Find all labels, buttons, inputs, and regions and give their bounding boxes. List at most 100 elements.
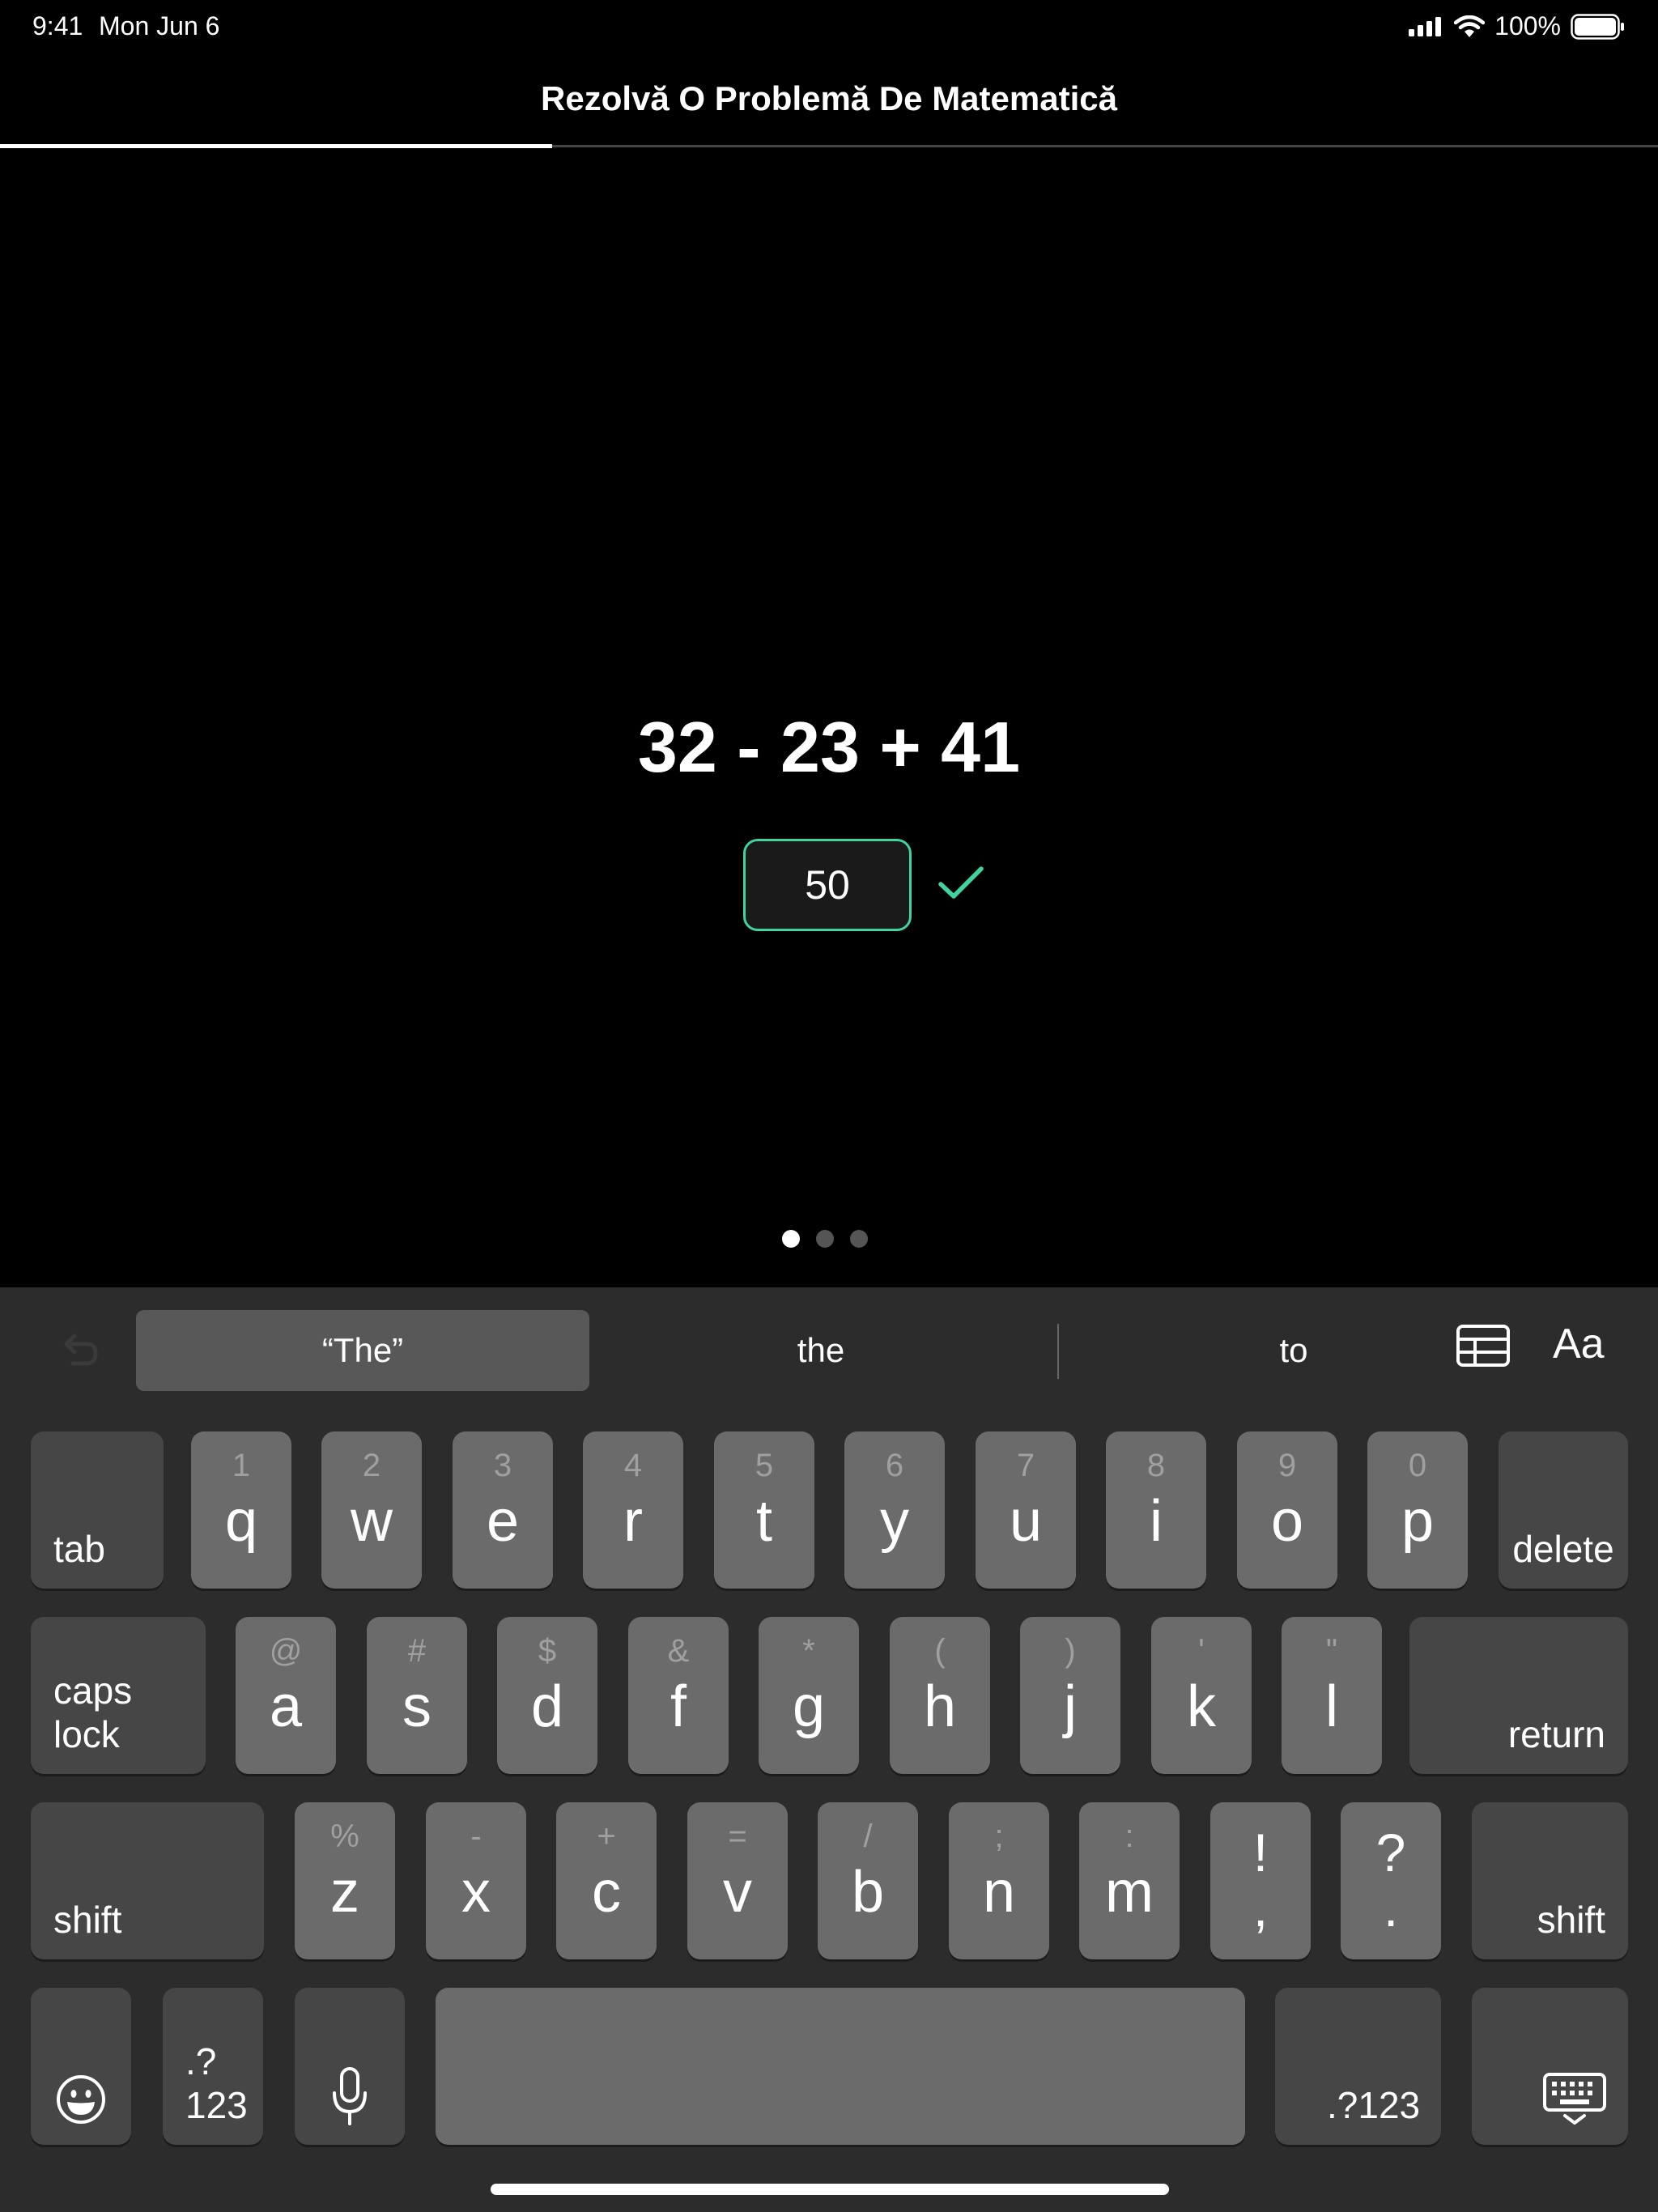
key-label: u [1009, 1489, 1043, 1554]
numbers-right-key[interactable]: .?123 [1275, 1988, 1441, 2145]
key-alt-label: 5 [755, 1448, 774, 1483]
key-label: i [1150, 1489, 1163, 1554]
suggestion-3[interactable]: to [1069, 1310, 1519, 1391]
key-alt-label: / [863, 1819, 873, 1854]
key-t[interactable]: 5 t [714, 1431, 814, 1589]
page-dot-2[interactable] [816, 1230, 834, 1248]
undo-icon[interactable] [57, 1329, 99, 1376]
key-label: j [1064, 1674, 1077, 1739]
key-e[interactable]: 3 e [453, 1431, 553, 1589]
key-c[interactable]: + c [556, 1802, 657, 1959]
key-alt-label: # [407, 1633, 427, 1669]
status-date: Mon Jun 6 [99, 11, 220, 40]
key-alt-label: $ [538, 1633, 557, 1669]
key-label: g [792, 1674, 826, 1739]
dismiss-keyboard-key[interactable] [1472, 1988, 1628, 2145]
key-label: h [923, 1674, 957, 1739]
shift-right-key[interactable]: shift [1472, 1802, 1628, 1959]
tab-key[interactable]: tab [31, 1431, 164, 1589]
key-period[interactable]: ? . [1341, 1802, 1441, 1959]
key-j[interactable]: ) j [1020, 1617, 1120, 1774]
key-a[interactable]: @ a [236, 1617, 336, 1774]
key-alt-label: 0 [1408, 1448, 1427, 1483]
suggestion-divider [1057, 1324, 1059, 1379]
shift-left-key[interactable]: shift [31, 1802, 264, 1959]
delete-key[interactable]: delete [1499, 1431, 1628, 1589]
key-label: o [1270, 1489, 1304, 1554]
key-i[interactable]: 8 i [1106, 1431, 1206, 1589]
checkmark-icon [937, 865, 984, 906]
numbers-right-key-label: .?123 [1327, 2084, 1421, 2126]
key-p[interactable]: 0 p [1367, 1431, 1468, 1589]
page-title: Rezolvă O Problemă De Matematică [541, 79, 1117, 117]
keyboard: “The” the to Aa tab 1 q 2 w 3 e 4 r 5 t … [0, 1287, 1658, 2212]
key-o[interactable]: 9 o [1237, 1431, 1337, 1589]
key-alt-label: 2 [362, 1448, 381, 1483]
key-label: b [851, 1860, 885, 1925]
key-label: m [1105, 1860, 1154, 1925]
key-q[interactable]: 1 q [191, 1431, 291, 1589]
caps-lock-key[interactable]: caps lock [31, 1617, 206, 1774]
key-d[interactable]: $ d [497, 1617, 597, 1774]
suggestion-1[interactable]: “The” [136, 1310, 589, 1391]
key-z[interactable]: % z [295, 1802, 395, 1959]
text-format-icon[interactable]: Aa [1553, 1320, 1605, 1368]
key-u[interactable]: 7 u [976, 1431, 1076, 1589]
key-l[interactable]: " l [1282, 1617, 1382, 1774]
key-alt-label: 6 [885, 1448, 904, 1483]
space-bar[interactable] [436, 1988, 1245, 2145]
key-w[interactable]: 2 w [321, 1431, 422, 1589]
numbers-left-key-label: .?123 [185, 2040, 248, 2126]
answer-input[interactable]: 50 [743, 839, 912, 931]
suggestion-bar: “The” the to Aa [0, 1287, 1658, 1409]
key-v[interactable]: = v [687, 1802, 788, 1959]
suggestion-2[interactable]: the [596, 1310, 1046, 1391]
key-alt-label: ) [1065, 1633, 1076, 1669]
key-h[interactable]: ( h [890, 1617, 990, 1774]
key-label: c [592, 1860, 621, 1925]
key-g[interactable]: * g [759, 1617, 859, 1774]
delete-key-label: delete [1512, 1528, 1614, 1570]
key-label: t [755, 1489, 772, 1554]
status-time: 9:41 [32, 11, 83, 40]
key-label: k [1187, 1674, 1216, 1739]
return-key[interactable]: return [1409, 1617, 1628, 1774]
cellular-signal-icon [1409, 16, 1444, 36]
numbers-left-key[interactable]: .?123 [163, 1988, 263, 2145]
key-alt-label: ; [994, 1819, 1004, 1854]
key-s[interactable]: # s [367, 1617, 467, 1774]
wifi-icon [1454, 15, 1486, 38]
key-label: d [530, 1674, 564, 1739]
key-label: l [1325, 1674, 1338, 1739]
key-alt-label: - [470, 1819, 482, 1854]
emoji-key[interactable] [31, 1988, 131, 2145]
key-f[interactable]: & f [628, 1617, 729, 1774]
key-alt-label: & [667, 1633, 690, 1669]
key-alt-label: 3 [493, 1448, 512, 1483]
key-k[interactable]: ' k [1151, 1617, 1252, 1774]
key-x[interactable]: - x [426, 1802, 526, 1959]
key-comma[interactable]: ! , [1210, 1802, 1311, 1959]
key-y[interactable]: 6 y [844, 1431, 945, 1589]
key-alt-label: = [728, 1819, 747, 1854]
key-label: . [1383, 1878, 1399, 1938]
dictation-key[interactable] [295, 1988, 405, 2145]
key-alt-label: 9 [1278, 1448, 1297, 1483]
key-m[interactable]: : m [1079, 1802, 1180, 1959]
page-dot-1[interactable] [782, 1230, 800, 1248]
key-r[interactable]: 4 r [583, 1431, 683, 1589]
home-indicator[interactable] [491, 2184, 1169, 2195]
page-dot-3[interactable] [850, 1230, 868, 1248]
table-icon[interactable] [1456, 1324, 1511, 1373]
battery-icon [1571, 13, 1626, 40]
keyboard-dismiss-icon [1472, 2072, 1628, 2125]
key-n[interactable]: ; n [949, 1802, 1049, 1959]
key-label: p [1401, 1489, 1435, 1554]
key-alt-label: : [1124, 1819, 1134, 1854]
progress-bar-fill [0, 144, 552, 148]
battery-percentage: 100% [1494, 11, 1561, 40]
key-b[interactable]: / b [818, 1802, 918, 1959]
key-label: x [461, 1860, 491, 1925]
key-label: , [1252, 1878, 1269, 1938]
key-label: a [269, 1674, 303, 1739]
